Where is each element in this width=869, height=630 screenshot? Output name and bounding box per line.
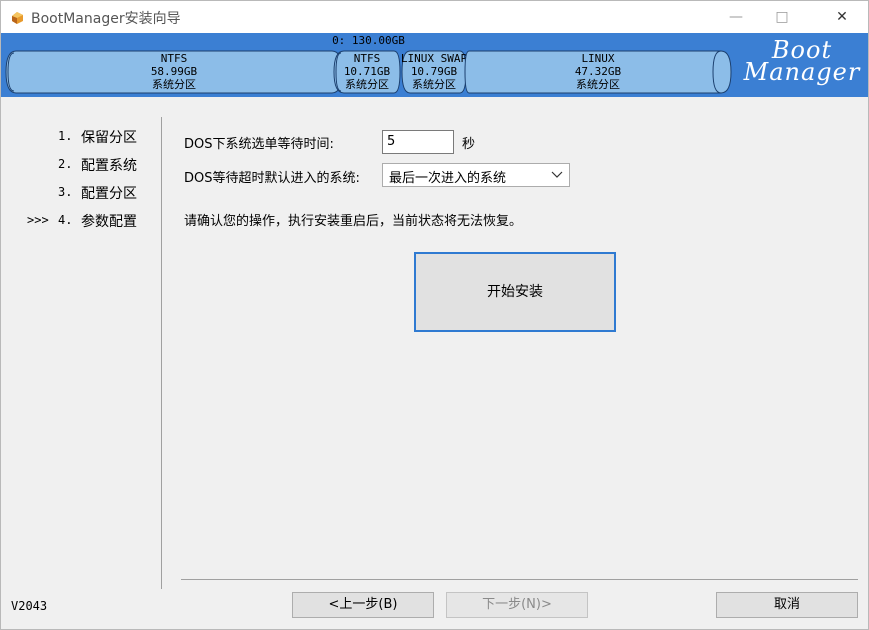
close-button[interactable]: ✕: [819, 1, 865, 33]
minimize-button[interactable]: —: [713, 1, 759, 33]
chevron-down-icon: [551, 167, 563, 181]
current-step-marker: >>>: [27, 213, 49, 227]
disk-size-label: 0: 130.00GB: [332, 34, 405, 47]
wait-time-input[interactable]: 5: [382, 130, 454, 154]
brand-logo: Boot Manager: [737, 38, 867, 86]
partition-type: 系统分区: [412, 78, 456, 91]
step-label: 保留分区: [81, 130, 137, 146]
confirm-warning-text: 请确认您的操作，执行安装重启后，当前状态将无法恢复。: [184, 214, 523, 229]
footer-divider: [181, 579, 858, 580]
wait-time-label: DOS下系统选单等待时间:: [184, 137, 334, 152]
partition-type: 系统分区: [576, 78, 620, 91]
installer-window: BootManager安装向导 — □ ✕ 0: 130.00GB NTFS 5…: [0, 0, 869, 630]
partition-type: 系统分区: [345, 78, 389, 91]
next-button[interactable]: 下一步(N)>: [446, 592, 588, 618]
wait-time-unit: 秒: [462, 137, 476, 152]
partition-bar: 0: 130.00GB NTFS 58.99GB 系统分区 NTFS 10.71…: [1, 33, 868, 97]
partition-type: 系统分区: [152, 78, 196, 91]
title-bar: BootManager安装向导 — □ ✕: [1, 1, 868, 33]
partition-linux-swap[interactable]: LINUX SWAP 10.79GB 系统分区: [400, 47, 468, 97]
step-number: 4.: [58, 213, 73, 227]
previous-button[interactable]: <上一步(B): [292, 592, 434, 618]
window-title: BootManager安装向导: [31, 11, 181, 27]
step-number: 2.: [58, 157, 73, 171]
maximize-button[interactable]: □: [759, 1, 805, 33]
step-label: 参数配置: [81, 214, 137, 230]
default-system-value: 最后一次进入的系统: [389, 171, 507, 186]
step-number: 1.: [58, 129, 73, 143]
sidebar-divider: [161, 117, 162, 589]
version-label: V2043: [11, 599, 48, 613]
cancel-button[interactable]: 取消: [716, 592, 858, 618]
partition-linux[interactable]: LINUX 47.32GB 系统分区: [463, 47, 733, 97]
step-label: 配置分区: [81, 186, 137, 202]
step-label: 配置系统: [81, 158, 137, 174]
default-system-select[interactable]: 最后一次进入的系统: [382, 163, 570, 187]
brand-line-2: Manager: [743, 58, 861, 86]
partition-ntfs-1[interactable]: NTFS 58.99GB 系统分区: [4, 47, 344, 97]
partition-ntfs-2[interactable]: NTFS 10.71GB 系统分区: [332, 47, 402, 97]
app-icon: [10, 10, 25, 25]
default-system-label: DOS等待超时默认进入的系统:: [184, 171, 360, 186]
start-install-button[interactable]: 开始安装: [414, 252, 616, 332]
wizard-steps: 1. 保留分区 2. 配置系统 3. 配置分区 >>> 4. 参数配置: [1, 97, 161, 591]
step-number: 3.: [58, 185, 73, 199]
